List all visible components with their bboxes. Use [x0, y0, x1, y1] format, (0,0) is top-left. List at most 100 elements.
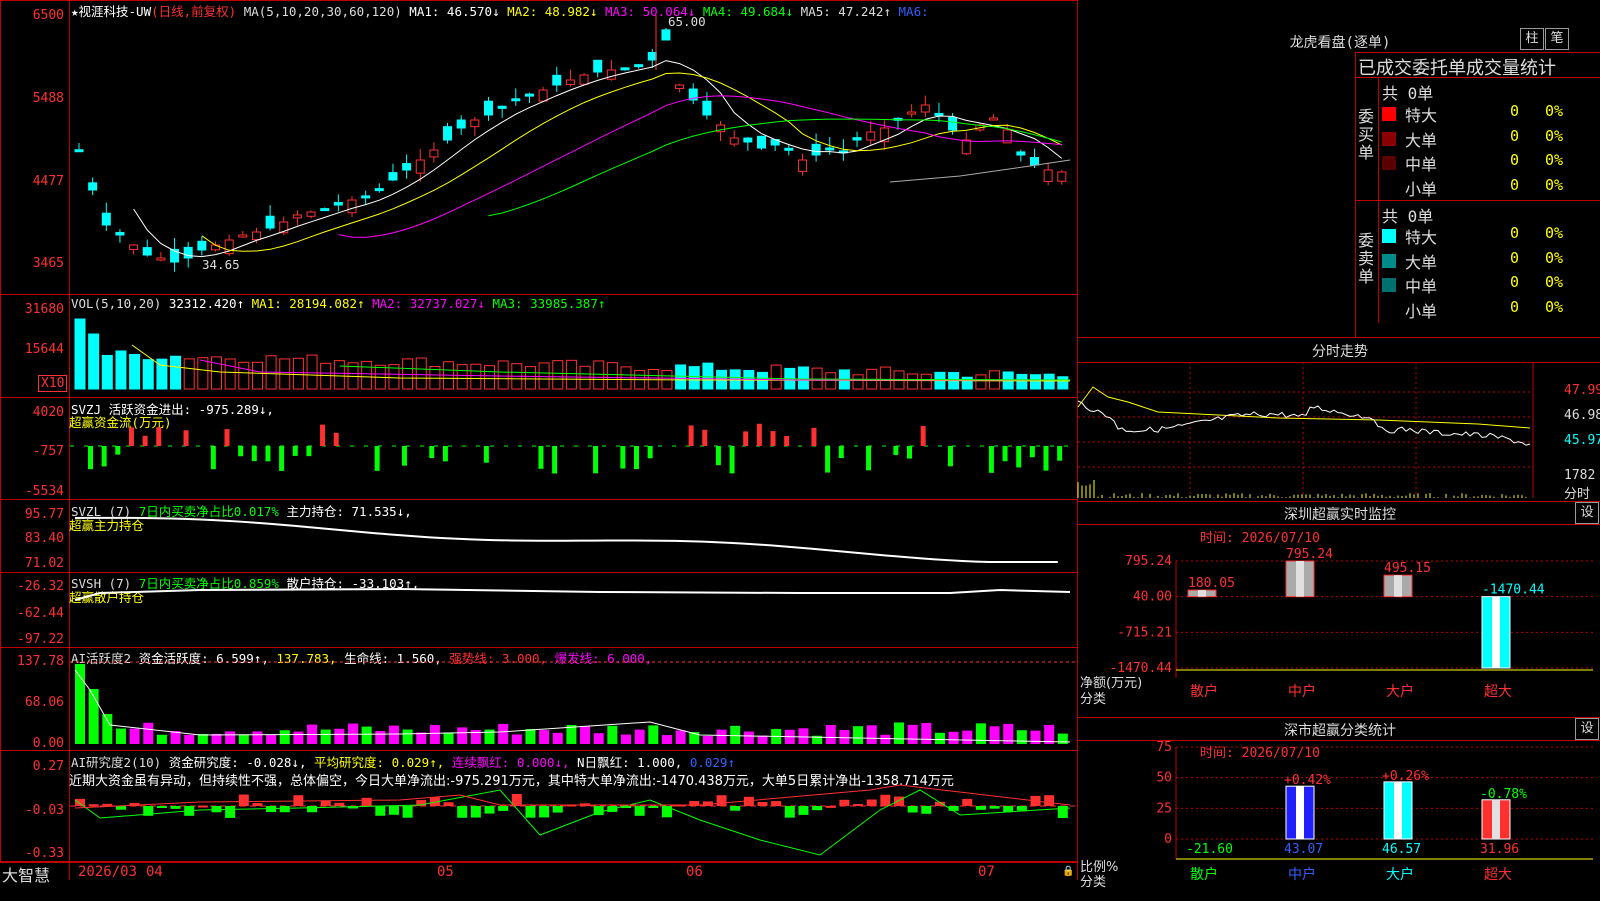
monitor-y-tick: -1470.44 — [1109, 661, 1172, 676]
candle-body — [934, 112, 944, 116]
monitor-settings-button[interactable]: 设 — [1575, 502, 1599, 524]
intraday-tick: 46.98 — [1564, 408, 1600, 423]
activity-bar — [211, 733, 222, 744]
monitor-category: 散户 — [1190, 683, 1218, 700]
sell-row-pct: 0% — [1545, 224, 1564, 242]
monitor-bar-value: 795.24 — [1286, 547, 1333, 562]
svzj-bar — [333, 432, 339, 446]
activity-bar — [839, 729, 850, 744]
class-settings-button[interactable]: 设 — [1575, 718, 1599, 740]
volume-bar — [797, 366, 809, 390]
candle-body — [388, 172, 398, 181]
volume-bar — [1030, 374, 1041, 390]
research-bar — [252, 803, 263, 806]
research-bar — [989, 806, 1000, 809]
svzj-bar — [838, 446, 844, 459]
monitor-bar-highlight — [1394, 575, 1402, 597]
monitor-chart[interactable]: 795.24 40.00 -715.21 -1470.44 180.05 散户 795.24… — [1078, 523, 1600, 713]
volume-bar — [552, 360, 564, 390]
activity-bar — [1016, 730, 1027, 744]
svzj-bar — [1016, 446, 1022, 468]
bar-view-button[interactable]: 柱 — [1520, 28, 1544, 50]
volume-bar — [484, 365, 495, 390]
activity-bar — [634, 729, 645, 744]
svzj-bar — [1057, 446, 1063, 461]
volume-bar — [238, 361, 250, 390]
research-bar — [484, 806, 495, 814]
svzj-bar — [593, 446, 599, 474]
sell-row-count: 0 — [1510, 224, 1520, 242]
x-label: 07 — [978, 864, 995, 880]
research-bar — [457, 806, 468, 818]
activity-bar — [648, 725, 659, 744]
candle-body — [129, 244, 139, 250]
class-y-tick: 75 — [1156, 740, 1172, 755]
volume-bar — [920, 373, 932, 390]
research-bar — [1003, 806, 1014, 813]
candle-body — [784, 147, 794, 151]
candle-body — [634, 64, 644, 68]
x-label: 05 — [437, 864, 454, 880]
activity-bar — [184, 734, 195, 744]
volume-bar — [470, 363, 482, 390]
candle-body — [1016, 151, 1026, 156]
research-bar — [334, 802, 345, 806]
class-chart[interactable]: 75 50 25 0 -21.60 散户 +0.42% 43.07 中户 +0.26% 46.57 大… — [1078, 739, 1600, 901]
volume-bar — [320, 362, 332, 390]
class-bar-value: 46.57 — [1382, 842, 1421, 857]
activity-bar — [156, 734, 167, 744]
intraday-chart[interactable] — [1077, 362, 1600, 500]
svzj-bar — [552, 446, 558, 474]
candle-body — [729, 137, 739, 145]
volume-bar — [961, 376, 973, 390]
volume-bar — [852, 374, 864, 390]
class-category: 超大 — [1484, 867, 1512, 883]
activity-bar — [429, 725, 440, 744]
monitor-bar-value: 495.15 — [1384, 561, 1431, 576]
research-bar — [320, 800, 331, 806]
svzj-bar — [374, 446, 380, 471]
volume-bar — [1057, 376, 1069, 390]
candle-body — [620, 67, 630, 71]
activity-bar — [525, 729, 536, 744]
activity-bar — [621, 734, 631, 744]
research-bar — [375, 806, 386, 816]
monitor-category: 大户 — [1386, 683, 1414, 700]
svzj-bar — [756, 423, 762, 446]
research-bar — [402, 806, 413, 818]
svzj-bar — [238, 446, 244, 457]
class-category: 散户 — [1190, 866, 1218, 883]
activity-bar — [853, 726, 864, 744]
candle-body — [1030, 157, 1039, 166]
research-bar — [757, 802, 768, 806]
volume-bar — [975, 374, 987, 390]
monitor-bar-highlight — [1492, 596, 1500, 668]
research-bar — [470, 806, 481, 818]
buy-row-pct: 0% — [1545, 151, 1564, 169]
buy-row-count: 0 — [1510, 126, 1520, 145]
intraday-tick: 分时 — [1564, 487, 1591, 502]
candle-body — [811, 143, 821, 156]
research-bar — [962, 798, 973, 806]
volume-bar — [688, 366, 700, 390]
activity-bar — [375, 730, 386, 744]
candle-body — [402, 163, 412, 171]
svzj-bar — [115, 446, 121, 455]
svzj-bar — [1029, 446, 1035, 458]
research-bar — [279, 806, 290, 813]
svzj-bar — [620, 446, 626, 469]
sell-row-swatch — [1382, 278, 1396, 292]
svzj-bar — [401, 446, 407, 466]
activity-bar — [702, 735, 713, 744]
tick-view-button[interactable]: 笔 — [1545, 28, 1569, 50]
lock-icon[interactable]: 🔒 — [1062, 866, 1074, 877]
research-bar — [238, 794, 249, 806]
volume-bar — [770, 364, 782, 390]
svzj-bar — [688, 425, 694, 446]
volume-bar — [606, 362, 618, 390]
sell-row-pct: 0% — [1545, 248, 1564, 267]
candle-body — [74, 149, 84, 153]
monitor-title: 深圳超赢实时监控 — [1284, 507, 1396, 523]
research-bar — [170, 806, 181, 809]
volume-bar — [702, 362, 714, 390]
